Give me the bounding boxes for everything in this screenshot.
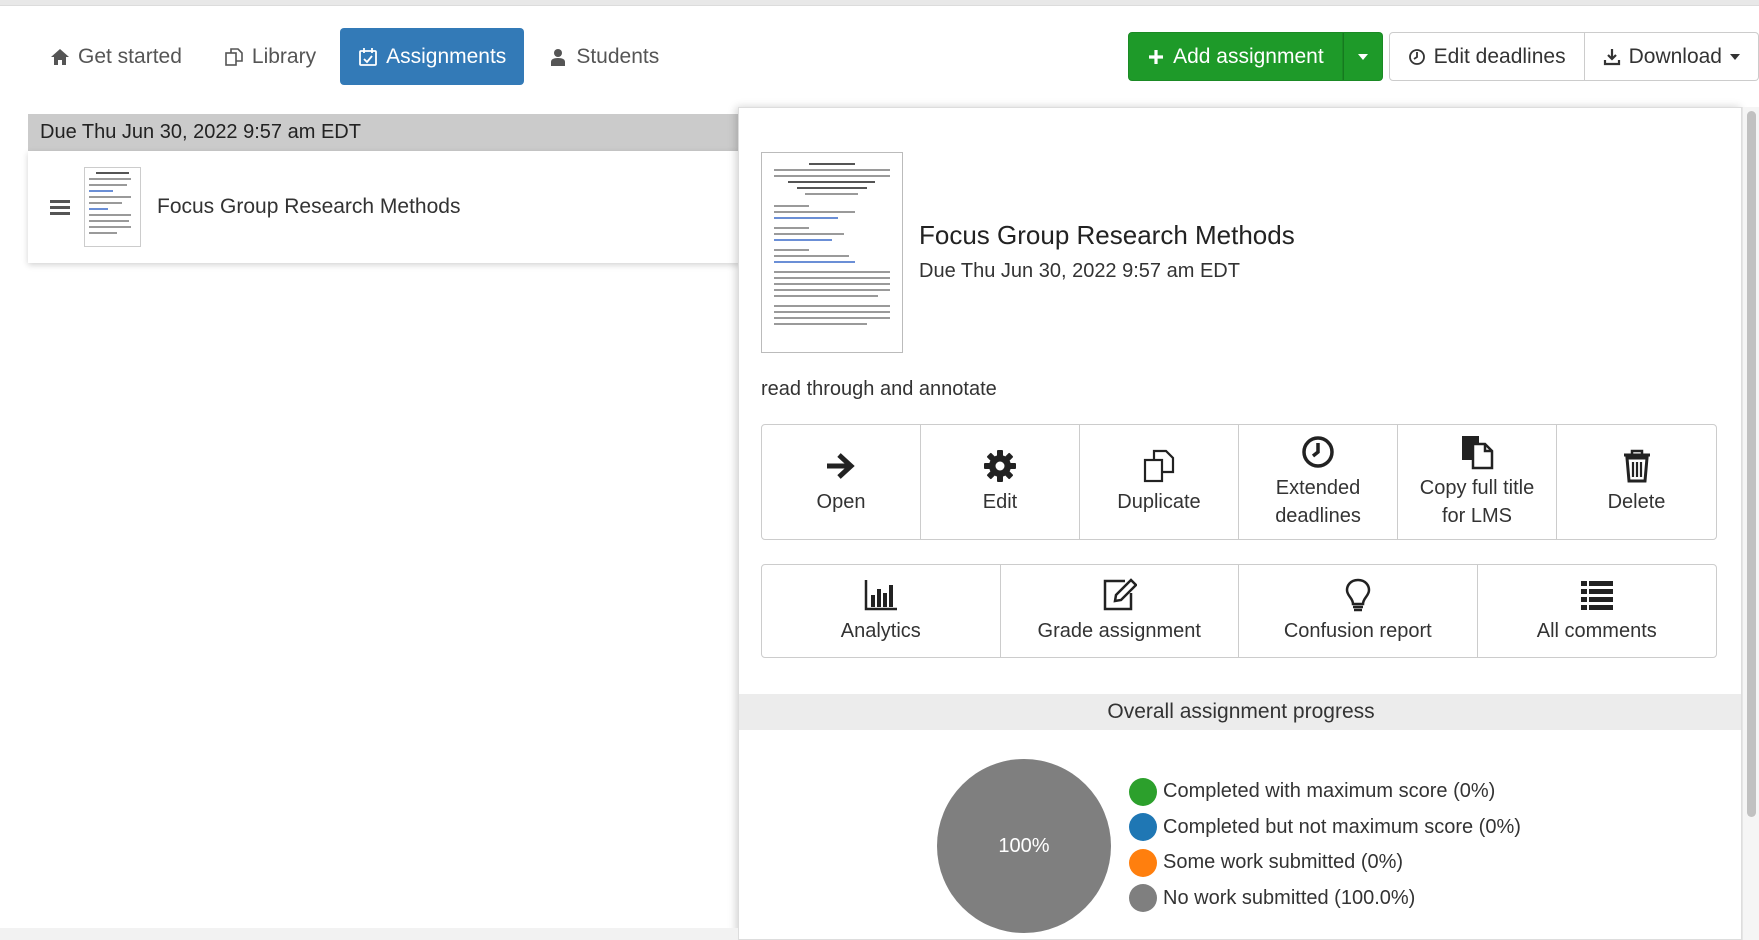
home-icon [51,48,69,65]
user-icon [551,48,566,66]
toolbar: Add assignment Edit deadlines Download [1128,32,1759,81]
pie-percentage-label: 100% [998,834,1050,857]
bar-chart-icon [864,580,897,611]
delete-button[interactable]: Delete [1557,425,1716,539]
lightbulb-icon [1345,578,1371,612]
duplicate-label: Duplicate [1117,491,1201,513]
files-icon [1462,436,1494,470]
add-assignment-label: Add assignment [1173,44,1324,68]
copy-title-lms-label-2: for LMS [1441,505,1513,527]
legend-item: Some work submitted (0%) [1129,845,1521,881]
tab-students[interactable]: Students [530,28,677,85]
arrow-right-icon [827,453,855,479]
analytics-label: Analytics [840,620,921,642]
assignment-title[interactable]: Focus Group Research Methods [157,195,460,219]
add-assignment-dropdown[interactable] [1342,32,1383,81]
document-preview [761,152,903,353]
duplicate-button[interactable]: Duplicate [1080,425,1239,539]
calendar-check-icon [359,47,377,66]
analytics-button[interactable]: Analytics [762,565,1001,657]
grade-assignment-button[interactable]: Grade assignment [1001,565,1239,657]
download-label: Download [1628,44,1722,68]
clock-icon [1408,48,1425,65]
legend-item: Completed but not maximum score (0%) [1129,810,1521,846]
gear-icon [984,450,1016,482]
trash-icon [1623,449,1650,483]
top-border [0,0,1759,6]
legend-label: No work submitted (100.0%) [1163,886,1416,909]
legend-label: Some work submitted (0%) [1163,851,1404,874]
drag-handle-icon[interactable] [50,197,70,218]
progress-legend: Completed with maximum score (0%) Complet… [1129,774,1521,916]
list-item[interactable]: Focus Group Research Methods [28,151,740,263]
delete-label: Delete [1607,491,1666,513]
extended-deadlines-label-2: deadlines [1275,505,1361,527]
download-icon [1603,48,1620,65]
chevron-down-icon [1730,53,1740,60]
legend-swatch [1129,884,1157,913]
edit-deadlines-label: Edit deadlines [1433,44,1566,68]
extended-deadlines-label-1: Extended [1275,477,1361,499]
legend-label: Completed but not maximum score (0%) [1163,815,1521,838]
action-grid-primary: Open Edit Duplicate Extended deadlines C… [761,424,1717,540]
due-group-header: Due Thu Jun 30, 2022 9:57 am EDT [28,114,740,151]
edit-button[interactable]: Edit [921,425,1080,539]
assignment-detail-panel: Focus Group Research Methods Due Thu Jun… [738,107,1742,940]
legend-item: Completed with maximum score (0%) [1129,774,1521,810]
legend-item: No work submitted (100.0%) [1129,881,1521,917]
tab-library[interactable]: Library [206,28,334,85]
copy-title-lms-label-1: Copy full title [1419,477,1535,499]
all-comments-label: All comments [1536,620,1657,642]
clock-icon [1302,436,1334,468]
document-thumbnail [84,167,141,247]
edit-label: Edit [982,491,1018,513]
legend-swatch [1129,848,1157,877]
tab-assignments[interactable]: Assignments [340,28,525,85]
legend-swatch [1129,813,1157,842]
tab-label: Students [576,44,660,68]
confusion-report-label: Confusion report [1283,620,1432,642]
download-button[interactable]: Download [1584,32,1759,81]
copy-icon [225,47,243,66]
extended-deadlines-button[interactable]: Extended deadlines [1239,425,1398,539]
chevron-down-icon [1357,53,1368,60]
open-label: Open [816,491,866,513]
action-grid-secondary: Analytics Grade assignment Confusion rep… [761,564,1717,658]
edit-square-icon [1104,578,1138,611]
progress-section-title: Overall assignment progress [739,694,1741,730]
copy-icon [1143,449,1175,483]
all-comments-button[interactable]: All comments [1478,565,1717,657]
legend-label: Completed with maximum score (0%) [1163,780,1496,803]
detail-title: Focus Group Research Methods [919,220,1295,250]
add-assignment-button[interactable]: Add assignment [1128,32,1343,81]
tab-get-started[interactable]: Get started [32,28,200,85]
scrollbar-thumb[interactable] [1747,111,1756,817]
open-button[interactable]: Open [762,425,921,539]
tab-label: Library [251,44,317,68]
main-nav: Get started Library Assignments Students [32,28,677,85]
legend-swatch [1129,777,1157,806]
assignment-description: read through and annotate [761,378,997,400]
list-icon [1580,581,1613,610]
grade-assignment-label: Grade assignment [1037,620,1201,642]
plus-icon [1149,49,1164,64]
detail-due-date: Due Thu Jun 30, 2022 9:57 am EDT [919,260,1240,282]
tab-label: Get started [78,44,182,68]
tab-label: Assignments [386,44,507,68]
copy-title-lms-button[interactable]: Copy full title for LMS [1398,425,1557,539]
bottom-border [0,928,738,940]
panel-scrollbar[interactable] [1742,107,1759,940]
confusion-report-button[interactable]: Confusion report [1239,565,1478,657]
deadline-download-group: Edit deadlines Download [1388,32,1759,81]
add-assignment-group: Add assignment [1128,32,1383,81]
edit-deadlines-button[interactable]: Edit deadlines [1388,32,1585,81]
